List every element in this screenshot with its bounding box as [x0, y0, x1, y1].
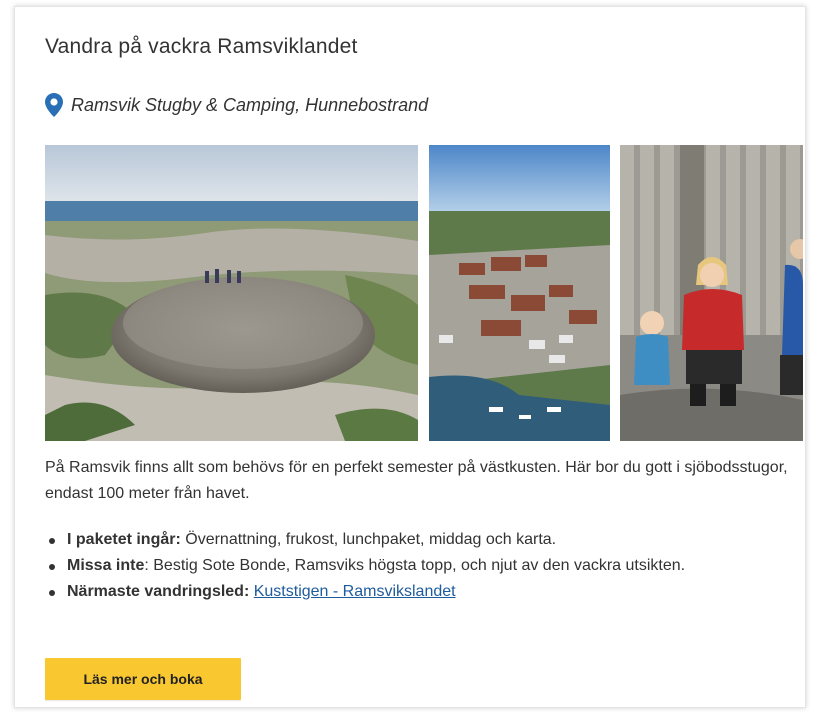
- photo-stone-cairn[interactable]: [45, 145, 418, 441]
- bullet-icon: [49, 564, 55, 570]
- fact-text: : Bestig Sote Bonde, Ramsviks högsta top…: [144, 557, 686, 574]
- card-description: På Ramsvik finns allt som behövs för en …: [45, 459, 788, 502]
- facts-list: I paketet ingår: Övernattning, frukost, …: [45, 527, 785, 605]
- photo-gallery: [45, 145, 803, 441]
- photo-hikers-resting[interactable]: [620, 145, 803, 441]
- activity-card: Vandra på vackra Ramsviklandet Ramsvik S…: [14, 6, 806, 708]
- trail-link[interactable]: Kuststigen - Ramsvikslandet: [254, 583, 456, 600]
- card-title: Vandra på vackra Ramsviklandet: [45, 35, 358, 58]
- fact-nearest-trail: Närmaste vandringsled: Kuststigen - Rams…: [45, 579, 785, 605]
- fact-text: Övernattning, frukost, lunchpaket, midda…: [180, 531, 557, 548]
- photo-aerial-harbor[interactable]: [429, 145, 610, 441]
- read-more-and-book-button[interactable]: Läs mer och boka: [45, 658, 241, 700]
- location-text: Ramsvik Stugby & Camping, Hunnebostrand: [71, 94, 429, 115]
- fact-dont-miss: Missa inte: Bestig Sote Bonde, Ramsviks …: [45, 553, 785, 579]
- fact-label: Närmaste vandringsled:: [67, 583, 250, 600]
- bullet-icon: [49, 538, 55, 544]
- bullet-icon: [49, 590, 55, 596]
- fact-included: I paketet ingår: Övernattning, frukost, …: [45, 527, 785, 553]
- fact-label: I paketet ingår:: [67, 531, 181, 548]
- location-pin-icon: [45, 93, 63, 117]
- location-line: Ramsvik Stugby & Camping, Hunnebostrand: [45, 93, 428, 117]
- fact-label: Missa inte: [67, 557, 145, 574]
